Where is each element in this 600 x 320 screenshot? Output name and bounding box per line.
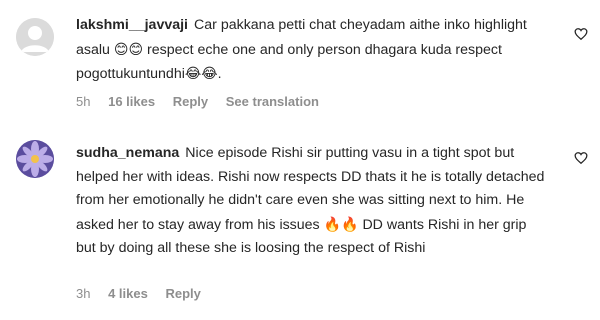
- heart-outline-icon[interactable]: [574, 151, 588, 165]
- emoji: 😊😊: [113, 40, 144, 57]
- default-avatar-icon[interactable]: [16, 18, 54, 56]
- comment-text: sudha_nemana Nice episode Rishi sir putti…: [76, 142, 546, 261]
- reply-button[interactable]: Reply: [173, 94, 208, 109]
- reply-button[interactable]: Reply: [165, 286, 200, 301]
- comment-meta: 5h 16 likes Reply See translation: [76, 94, 333, 109]
- comment-text: lakshmi__javvaji Car pakkana petti chat c…: [76, 14, 546, 87]
- comment-body: .: [217, 66, 222, 82]
- timestamp[interactable]: 3h: [76, 286, 90, 301]
- emoji: 🔥🔥: [323, 215, 359, 232]
- timestamp[interactable]: 5h: [76, 94, 90, 109]
- likes-count[interactable]: 16 likes: [108, 94, 155, 109]
- comment-meta: 3h 4 likes Reply: [76, 286, 215, 301]
- likes-count[interactable]: 4 likes: [108, 286, 148, 301]
- heart-outline-icon[interactable]: [574, 27, 588, 41]
- emoji: 😂😂: [184, 65, 218, 81]
- flower-avatar-icon[interactable]: [16, 140, 54, 178]
- username-link[interactable]: sudha_nemana: [76, 145, 179, 161]
- see-translation-button[interactable]: See translation: [226, 94, 319, 109]
- username-link[interactable]: lakshmi__javvaji: [76, 17, 188, 33]
